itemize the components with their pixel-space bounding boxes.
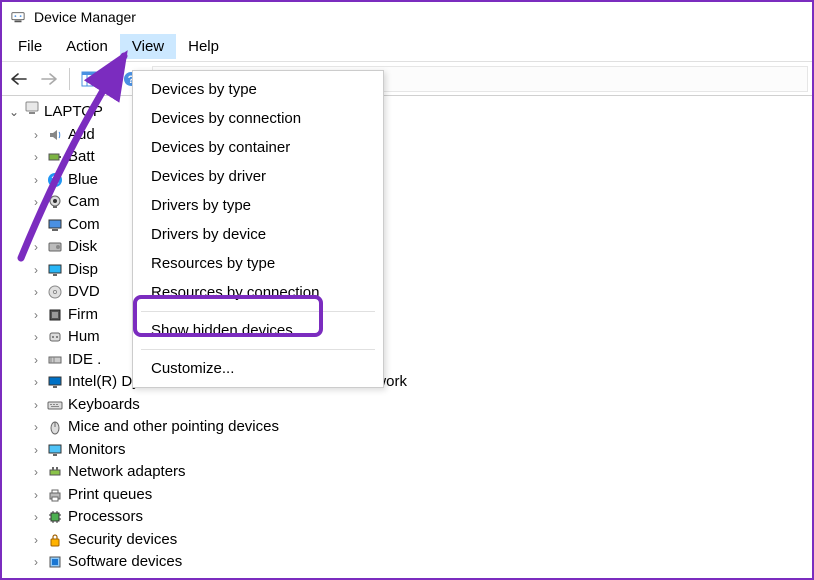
menubar: File Action View Help (2, 32, 812, 62)
display-icon (46, 261, 64, 279)
tree-node-label: IDE . (68, 349, 101, 372)
tree-node-label: Network adapters (68, 461, 186, 484)
chevron-right-icon[interactable]: › (30, 349, 42, 372)
menu-action[interactable]: Action (54, 34, 120, 59)
tree-node-label: Firm (68, 304, 98, 327)
tree-node-label: Print queues (68, 484, 152, 507)
tree-node[interactable]: › Software devices (30, 551, 806, 574)
network-icon (46, 463, 64, 481)
tree-node-label: Aud (68, 124, 95, 147)
processor-icon (46, 508, 64, 526)
computer-icon (46, 216, 64, 234)
chevron-right-icon[interactable]: › (30, 124, 42, 147)
forward-button[interactable] (36, 66, 62, 92)
back-button[interactable] (6, 66, 32, 92)
chevron-right-icon[interactable]: › (30, 236, 42, 259)
chevron-right-icon[interactable]: › (30, 416, 42, 439)
tree-node[interactable]: › Print queues (30, 484, 806, 507)
dropdown-item[interactable]: Devices by driver (133, 162, 383, 191)
battery-icon (46, 148, 64, 166)
bluetooth-icon (46, 171, 64, 189)
monitor-icon (46, 441, 64, 459)
chevron-right-icon[interactable]: › (30, 326, 42, 349)
toolbar: ? (2, 62, 812, 96)
tree-node-label: Hum (68, 326, 100, 349)
printer-icon (46, 486, 64, 504)
tree-node[interactable]: › Network adapters (30, 461, 806, 484)
view-dropdown: Devices by typeDevices by connectionDevi… (132, 70, 384, 388)
audio-icon (46, 126, 64, 144)
chevron-right-icon[interactable]: › (30, 529, 42, 552)
tree-node-label: Com (68, 214, 100, 237)
security-icon (46, 531, 64, 549)
window-title: Device Manager (34, 9, 136, 25)
tree-node-label: DVD (68, 281, 100, 304)
tree-node[interactable]: › Keyboards (30, 394, 806, 417)
menu-view[interactable]: View (120, 34, 176, 59)
chevron-right-icon[interactable]: › (30, 214, 42, 237)
tree-node-label: Security devices (68, 529, 177, 552)
chevron-right-icon[interactable]: › (30, 506, 42, 529)
dropdown-item[interactable]: Resources by type (133, 249, 383, 278)
chevron-right-icon[interactable]: › (30, 439, 42, 462)
tree-root-label: LAPTOP (44, 101, 103, 124)
dropdown-separator-2 (141, 349, 375, 350)
camera-icon (46, 193, 64, 211)
tree-node[interactable]: › Security devices (30, 529, 806, 552)
chevron-right-icon[interactable]: › (30, 281, 42, 304)
toolbar-separator (69, 68, 70, 90)
hid-icon (46, 328, 64, 346)
tree-node-label: Processors (68, 506, 143, 529)
menu-help[interactable]: Help (176, 34, 231, 59)
computer-icon (24, 100, 40, 124)
keyboard-icon (46, 396, 64, 414)
tree-node-label: Software devices (68, 551, 182, 574)
dropdown-separator (141, 311, 375, 312)
dropdown-item[interactable]: Drivers by type (133, 191, 383, 220)
show-hide-tree-button[interactable] (77, 66, 103, 92)
ide-icon (46, 351, 64, 369)
chevron-right-icon[interactable]: › (30, 484, 42, 507)
tree-node-label: Keyboards (68, 394, 140, 417)
tree-node[interactable]: › Processors (30, 506, 806, 529)
tree-node-label: Batt (68, 146, 95, 169)
dropdown-item[interactable]: Devices by type (133, 75, 383, 104)
tree-node-label: Monitors (68, 439, 126, 462)
chevron-right-icon[interactable]: › (30, 371, 42, 394)
app-icon (10, 9, 26, 25)
chevron-right-icon[interactable]: › (30, 191, 42, 214)
tree-node-label: Cam (68, 191, 100, 214)
tree-node-label: Disk (68, 236, 97, 259)
expander-icon[interactable]: ⌄ (8, 101, 20, 124)
tree-root[interactable]: ⌄ LAPTOP (8, 100, 806, 124)
menu-file[interactable]: File (6, 34, 54, 59)
tree-node[interactable]: › Mice and other pointing devices (30, 416, 806, 439)
chevron-right-icon[interactable]: › (30, 394, 42, 417)
dropdown-item[interactable]: Devices by connection (133, 104, 383, 133)
tree-node[interactable]: › Monitors (30, 439, 806, 462)
mouse-icon (46, 418, 64, 436)
chevron-right-icon[interactable]: › (30, 146, 42, 169)
chevron-right-icon[interactable]: › (30, 461, 42, 484)
dropdown-item[interactable]: Devices by container (133, 133, 383, 162)
device-tree: ⌄ LAPTOP › Aud › Batt › Blue › Cam › Com › Disk › Dis… (2, 96, 812, 578)
tree-node-label: Blue (68, 169, 98, 192)
chevron-right-icon[interactable]: › (30, 259, 42, 282)
dropdown-item[interactable]: Resources by connection (133, 278, 383, 307)
chevron-right-icon[interactable]: › (30, 551, 42, 574)
software-icon (46, 553, 64, 571)
chevron-right-icon[interactable]: › (30, 304, 42, 327)
firmware-icon (46, 306, 64, 324)
chevron-right-icon[interactable]: › (30, 169, 42, 192)
tree-node-label: Mice and other pointing devices (68, 416, 279, 439)
dd-show-hidden[interactable]: Show hidden devices (133, 316, 383, 345)
titlebar: Device Manager (2, 2, 812, 32)
dropdown-item[interactable]: Drivers by device (133, 220, 383, 249)
tree-node-label: Disp (68, 259, 98, 282)
intel-icon (46, 373, 64, 391)
disk-icon (46, 238, 64, 256)
toolbar-separator-2 (110, 68, 111, 90)
dvd-icon (46, 283, 64, 301)
dd-customize[interactable]: Customize... (133, 354, 383, 383)
